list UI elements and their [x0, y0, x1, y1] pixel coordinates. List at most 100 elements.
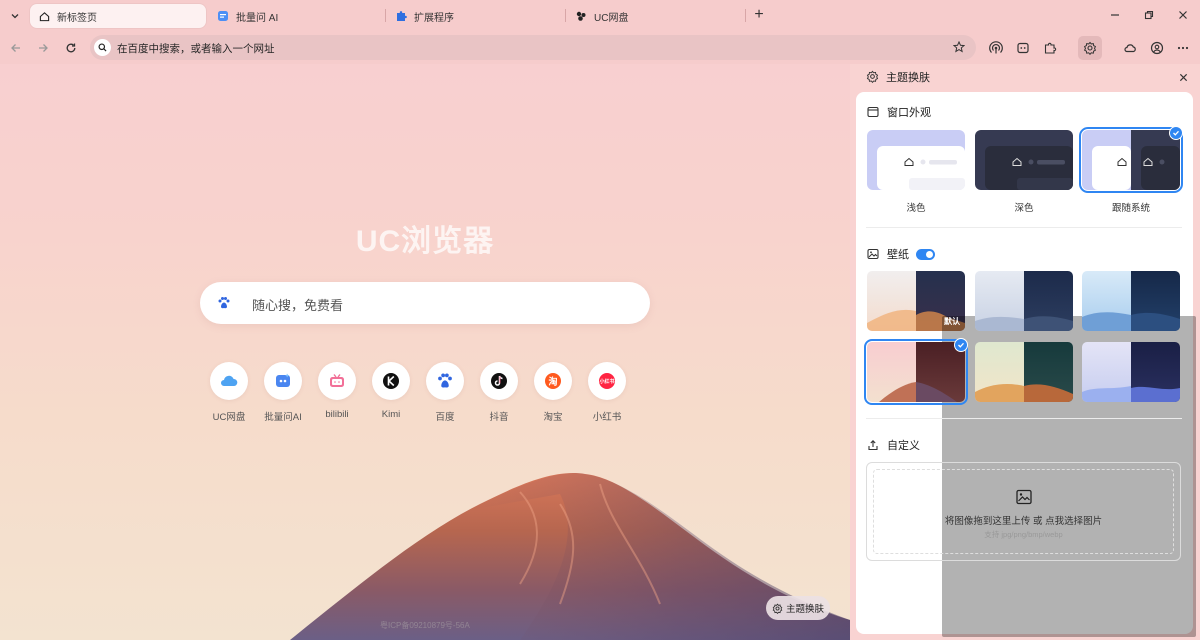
close-panel-icon[interactable]: [1176, 70, 1190, 84]
batch-ai-icon: [217, 10, 229, 22]
reload-icon[interactable]: [62, 39, 80, 57]
window-icon: [867, 106, 880, 119]
mountain-wallpaper: [290, 473, 850, 640]
tab-label: 批量问 AI: [236, 12, 279, 24]
wallpaper-option-5[interactable]: [975, 342, 1073, 402]
wallpaper-title: 壁纸: [887, 249, 909, 261]
baidu-engine-icon[interactable]: [214, 293, 234, 313]
tab-extensions[interactable]: 扩展程序: [387, 4, 559, 28]
quick-link-uc-drive[interactable]: UC网盘: [202, 362, 256, 423]
theme-panel-header: 主题换肤: [866, 68, 930, 86]
tab-strip: 新标签页 批量问 AI 扩展程序 UC网盘 +: [0, 0, 1200, 32]
quick-link-xiaohongshu[interactable]: 小红书 小红书: [580, 362, 634, 423]
tab-label: 扩展程序: [414, 12, 454, 24]
bookmark-star-icon[interactable]: [951, 39, 967, 55]
appearance-follow-system-option[interactable]: [1079, 127, 1183, 193]
quick-link-baidu[interactable]: 百度: [418, 362, 472, 423]
wallpaper-toggle[interactable]: [916, 248, 935, 260]
tab-uc-drive[interactable]: UC网盘: [567, 4, 739, 28]
image-icon: [867, 248, 880, 261]
selected-check-icon: [1169, 126, 1183, 140]
tab-label: 新标签页: [57, 12, 97, 24]
theme-skin-button[interactable]: 主题换肤: [766, 596, 830, 620]
minimize-icon[interactable]: [1106, 6, 1124, 24]
theme-settings-icon: [866, 70, 880, 84]
wallpaper-option-2[interactable]: [975, 271, 1073, 331]
quick-link-bilibili[interactable]: bilibili: [310, 362, 364, 420]
more-menu-icon[interactable]: [1174, 39, 1192, 57]
quick-link-label: 抖音: [489, 412, 509, 423]
quick-link-kimi[interactable]: Kimi: [364, 362, 418, 420]
uc-drive-icon: [210, 362, 248, 400]
taobao-icon: 淘: [534, 362, 572, 400]
batch-ai-icon: [264, 362, 302, 400]
wallpaper-option-4[interactable]: [864, 339, 968, 405]
address-bar-text: 在百度中搜索，或者输入一个网址: [117, 43, 275, 55]
baidu-icon: [426, 362, 464, 400]
account-avatar-icon[interactable]: [1148, 39, 1166, 57]
selected-check-icon: [954, 338, 968, 352]
custom-heading: 自定义: [867, 437, 920, 453]
quick-link-label: bilibili: [325, 409, 349, 420]
cloud-sync-icon[interactable]: [1121, 39, 1139, 57]
douyin-icon: [480, 362, 518, 400]
quick-link-batch-ai[interactable]: 批量问AI: [256, 362, 310, 423]
search-placeholder: 随心搜，免费看: [252, 298, 344, 313]
forward-arrow-icon[interactable]: [34, 39, 52, 57]
icp-license-text[interactable]: 粤ICP备09210879号-56A: [380, 620, 470, 631]
new-tab-page: UC浏览器 随心搜，免费看 UC网盘 批量问AI bilibili Kimi 百…: [0, 64, 850, 640]
tab-search-chevron-icon[interactable]: [6, 7, 24, 25]
wallpaper-heading: 壁纸: [867, 246, 935, 262]
svg-text:淘: 淘: [548, 376, 557, 388]
close-window-icon[interactable]: [1174, 6, 1192, 24]
quick-link-label: Kimi: [381, 409, 401, 420]
tab-separator: [385, 9, 386, 22]
broadcast-icon[interactable]: [987, 39, 1005, 57]
tab-separator: [565, 9, 566, 22]
ai-assistant-icon[interactable]: [1014, 39, 1032, 57]
puzzle-icon: [395, 10, 407, 22]
quick-link-taobao[interactable]: 淘 淘宝: [526, 362, 580, 423]
upload-instruction: 将图像拖到这里上传 或 点我选择图片: [944, 516, 1103, 527]
extensions-puzzle-icon[interactable]: [1041, 39, 1059, 57]
restore-icon[interactable]: [1140, 6, 1158, 24]
appearance-light-option[interactable]: [867, 130, 965, 190]
quick-link-douyin[interactable]: 抖音: [472, 362, 526, 423]
tab-label: UC网盘: [594, 12, 629, 24]
tab-separator: [745, 9, 746, 22]
tab-batch-ai[interactable]: 批量问 AI: [209, 4, 379, 28]
new-tab-button[interactable]: +: [750, 6, 768, 24]
appearance-dark-option[interactable]: [975, 130, 1073, 190]
toolbar: 在百度中搜索，或者输入一个网址: [0, 32, 1200, 64]
search-input[interactable]: 随心搜，免费看: [200, 282, 650, 324]
tab-new-tab[interactable]: 新标签页: [30, 4, 206, 28]
wallpaper-option-6[interactable]: [1082, 342, 1180, 402]
upload-icon: [867, 439, 880, 452]
theme-panel-title: 主题换肤: [886, 72, 930, 84]
image-upload-icon: [1015, 488, 1033, 506]
uc-drive-icon: [575, 10, 587, 22]
appearance-label: 浅色: [906, 203, 926, 214]
home-icon: [38, 10, 50, 22]
theme-settings-icon[interactable]: [1078, 36, 1102, 60]
section-divider: [866, 418, 1182, 419]
quick-link-label: 百度: [435, 412, 455, 423]
theme-settings-icon: [772, 603, 783, 614]
quick-link-label: 淘宝: [543, 412, 563, 423]
bilibili-icon: [318, 362, 356, 400]
section-divider: [866, 227, 1182, 228]
svg-text:小红书: 小红书: [599, 378, 614, 385]
theme-skin-button-label: 主题换肤: [785, 604, 824, 615]
uc-browser-logo: UC浏览器: [355, 225, 495, 258]
quick-link-label: UC网盘: [212, 412, 246, 423]
search-icon: [94, 39, 111, 56]
appearance-label: 跟随系统: [1111, 203, 1150, 214]
window-appearance-title: 窗口外观: [887, 107, 931, 119]
address-bar[interactable]: 在百度中搜索，或者输入一个网址: [90, 35, 976, 60]
upload-format-hint: 支持 jpg/png/bmp/webp: [984, 530, 1063, 539]
back-arrow-icon[interactable]: [7, 39, 25, 57]
wallpaper-option-3[interactable]: [1082, 271, 1180, 331]
kimi-icon: [372, 362, 410, 400]
appearance-label: 深色: [1014, 203, 1034, 214]
upload-dropzone-inner[interactable]: [873, 469, 1174, 554]
